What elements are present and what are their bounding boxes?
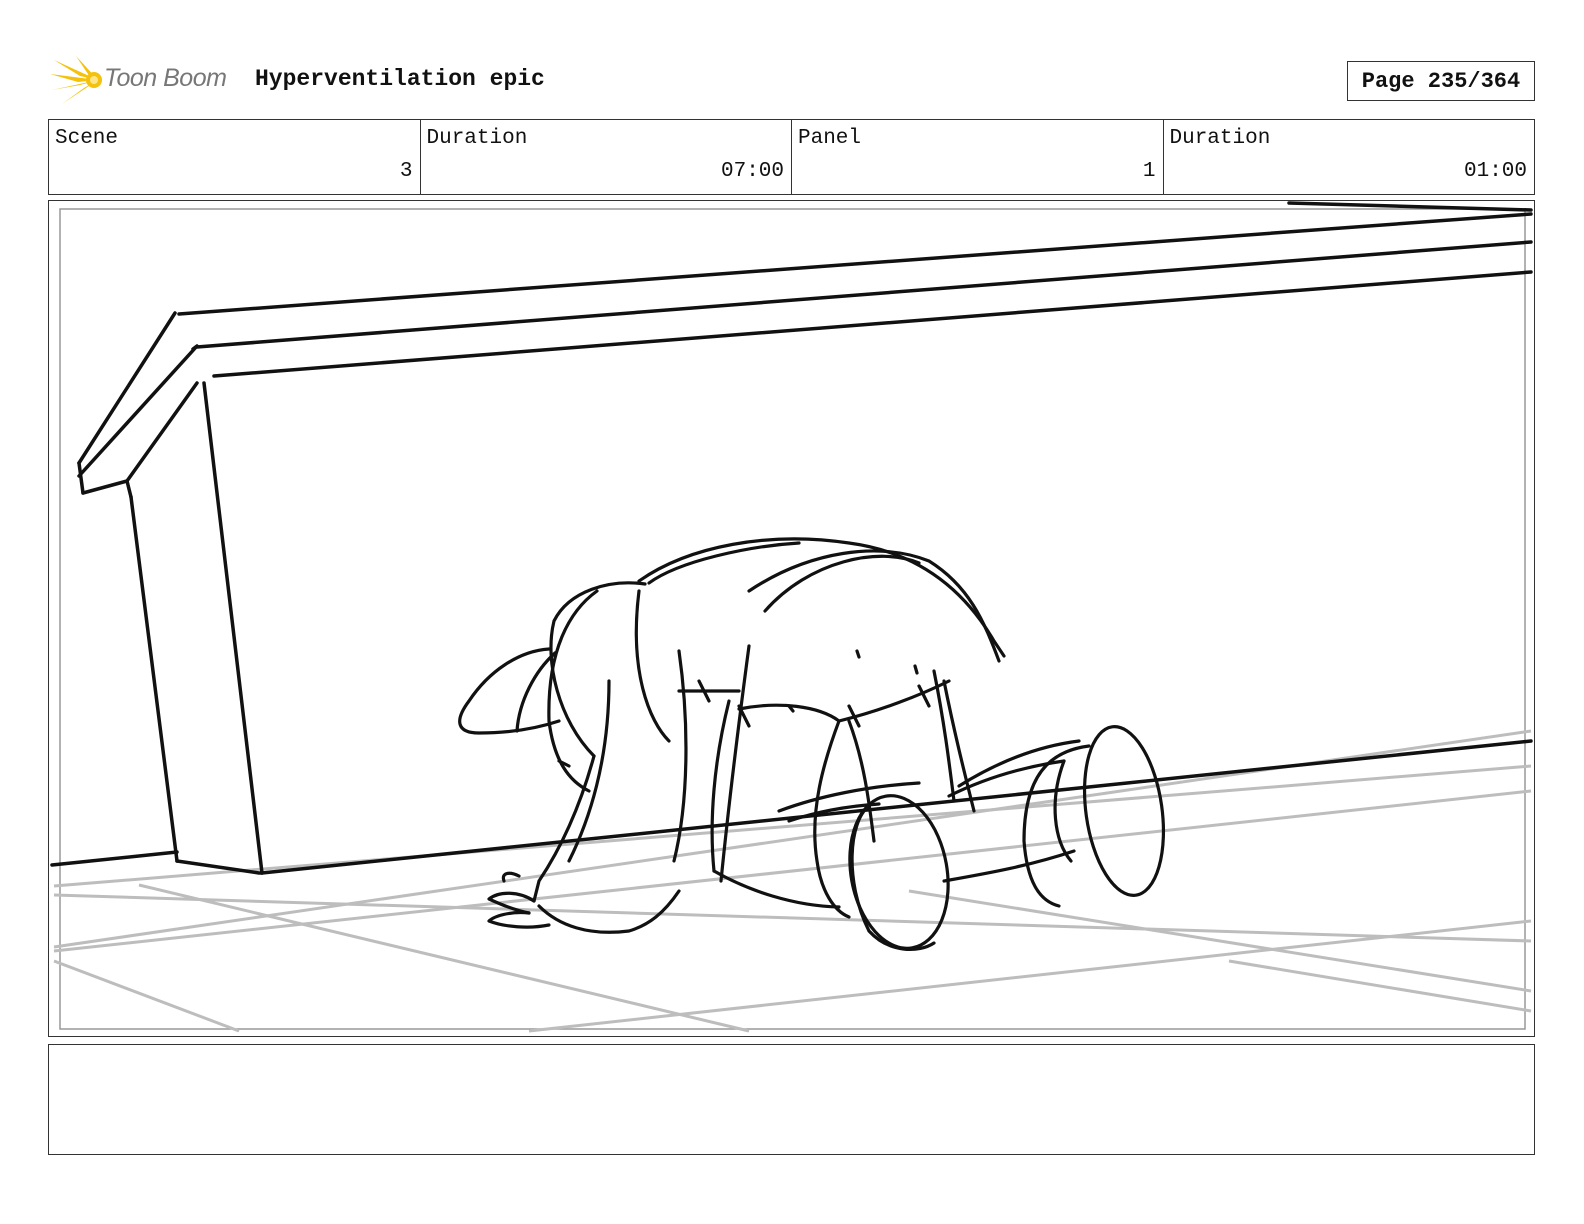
- scene-value: 3: [399, 160, 413, 183]
- panel-value: 1: [1142, 160, 1156, 183]
- scene-duration-value: 07:00: [720, 160, 784, 183]
- panel-cell: Panel 1: [792, 120, 1164, 194]
- panel-duration-cell: Duration 01:00: [1164, 120, 1535, 194]
- scene-duration-cell: Duration 07:00: [421, 120, 792, 194]
- panel-notes-box: [48, 1044, 1535, 1155]
- panel-label: Panel: [798, 127, 862, 150]
- brand-name: Toon Boom: [104, 64, 227, 92]
- panel-duration-label: Duration: [1169, 127, 1271, 150]
- panel-duration-value: 01:00: [1463, 160, 1527, 183]
- document-title: Hyperventilation epic: [255, 66, 545, 92]
- panel-sketch: [50, 201, 1533, 1033]
- scene-duration-label: Duration: [426, 127, 528, 150]
- scene-info-table: Scene 3 Duration 07:00 Panel 1 Duration …: [48, 119, 1535, 195]
- scene-cell: Scene 3: [49, 120, 421, 194]
- page-number: Page 235/364: [1347, 61, 1535, 101]
- scene-label: Scene: [55, 127, 119, 150]
- storyboard-panel: [48, 200, 1535, 1037]
